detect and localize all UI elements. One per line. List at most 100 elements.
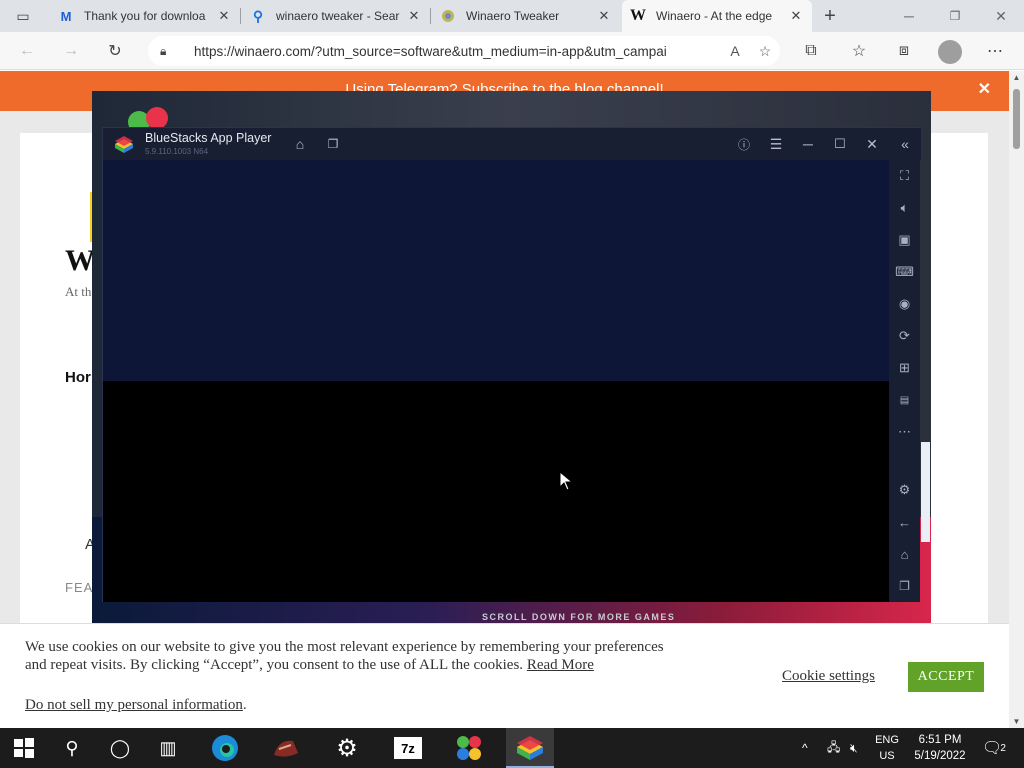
- 7zip-icon[interactable]: 7z: [384, 728, 432, 768]
- bluestacks-title: BlueStacks App Player: [145, 131, 272, 145]
- malwarebytes-icon: M: [60, 8, 72, 24]
- screen: { "browser": { "tabs": [ {"icon": "malwa…: [0, 0, 1024, 768]
- profile-avatar[interactable]: [938, 40, 962, 64]
- refresh-button[interactable]: ↻: [100, 36, 130, 66]
- bluestacks-titlebar[interactable]: BlueStacks App Player 5.9.110.1003 N64 ⌂…: [103, 128, 921, 160]
- close-icon[interactable]: ✕: [862, 134, 882, 154]
- fullscreen-icon[interactable]: ⛶: [889, 166, 920, 186]
- do-not-sell-row: Do not sell my personal information.: [25, 697, 247, 714]
- tab-thank-you[interactable]: M Thank you for downloa ✕: [50, 0, 240, 32]
- winaero-tweaker-icon: [440, 8, 456, 24]
- read-aloud-icon[interactable]: A: [720, 43, 750, 59]
- tab-close-icon[interactable]: ✕: [788, 8, 804, 24]
- macro-icon[interactable]: ◉: [889, 294, 920, 314]
- volume-muted-icon[interactable]: 🔇︎: [850, 728, 858, 768]
- tab-title: Winaero - At the edge: [656, 9, 773, 23]
- cortana-icon[interactable]: ◯: [96, 728, 144, 768]
- scroll-down-icon[interactable]: ▼: [1009, 717, 1024, 726]
- browser-tab-strip: ▭ M Thank you for downloa ✕ ⚲ winaero tw…: [0, 0, 1024, 32]
- add-favorite-icon[interactable]: ☆: [750, 43, 780, 60]
- back-icon[interactable]: ←: [889, 512, 920, 532]
- scroll-more-games-text: SCROLL DOWN FOR MORE GAMES: [482, 612, 676, 622]
- language-line2: US: [879, 750, 895, 762]
- system-clock[interactable]: 6:51 PM 5/19/2022: [910, 732, 970, 764]
- search-icon[interactable]: ⚲: [48, 728, 96, 768]
- window-restore-button[interactable]: ❐: [932, 0, 978, 32]
- nav-home-link[interactable]: Hor: [65, 369, 91, 386]
- help-icon[interactable]: ⓘ: [734, 134, 754, 154]
- settings-icon[interactable]: ⚙: [323, 728, 371, 768]
- minimize-icon[interactable]: ─: [798, 134, 818, 154]
- edge-icon[interactable]: [201, 728, 249, 768]
- page-scrollbar[interactable]: ▲ ▼: [1009, 71, 1024, 728]
- site-logo[interactable]: W: [65, 244, 95, 278]
- tab-actions-icon[interactable]: ▭: [8, 1, 38, 31]
- bluestacks-version: 5.9.110.1003 N64: [145, 147, 209, 156]
- tab-winaero-home[interactable]: W Winaero - At the edge ✕: [622, 0, 812, 32]
- tab-winaero-tweaker[interactable]: Winaero Tweaker ✕: [432, 0, 620, 32]
- notification-count: 2: [1000, 742, 1006, 754]
- rotate-icon[interactable]: ⟳: [889, 326, 920, 346]
- settings-icon[interactable]: ⚙: [889, 480, 920, 500]
- banner-close-icon[interactable]: ✕: [978, 71, 991, 109]
- window-close-button[interactable]: ✕: [978, 0, 1024, 32]
- url-text[interactable]: https://winaero.com/?utm_source=software…: [194, 44, 720, 59]
- notification-icon[interactable]: 🗨︎ 2: [982, 728, 1006, 768]
- scroll-thumb[interactable]: [1013, 89, 1020, 149]
- collapse-sidebar-icon[interactable]: «: [895, 134, 915, 154]
- winaero-w-icon: W: [630, 7, 646, 24]
- address-bar[interactable]: 🔒︎ https://winaero.com/?utm_source=softw…: [148, 36, 780, 66]
- bluestacks-multi-icon[interactable]: [445, 728, 493, 768]
- maximize-icon[interactable]: ☐: [830, 134, 850, 154]
- favorites-icon[interactable]: ☆: [844, 36, 874, 66]
- gamepad-icon[interactable]: ⊞: [889, 358, 920, 378]
- tab-close-icon[interactable]: ✕: [596, 8, 612, 24]
- tab-title: Winaero Tweaker: [466, 9, 560, 23]
- task-view-icon[interactable]: ▥: [144, 728, 192, 768]
- featured-label: FEA: [65, 580, 94, 595]
- emulator-screen-bottom[interactable]: [103, 381, 889, 602]
- emulator-screen-top[interactable]: [103, 160, 889, 381]
- keyboard-icon[interactable]: ⌨: [889, 262, 920, 282]
- home-icon[interactable]: ⌂: [290, 134, 310, 154]
- show-hidden-icons[interactable]: ^: [802, 728, 808, 768]
- bluestacks-icon[interactable]: [506, 728, 554, 768]
- bluestacks-app-icon: [113, 134, 135, 157]
- new-tab-button[interactable]: +: [815, 1, 845, 31]
- accept-cookies-button[interactable]: ACCEPT: [908, 662, 984, 692]
- language-indicator[interactable]: ENG US: [873, 732, 901, 764]
- collections-icon[interactable]: ⧈: [889, 36, 919, 66]
- volume-icon[interactable]: 🔈︎: [889, 198, 920, 218]
- launcher-card-peek: [921, 442, 930, 542]
- tab-title: Thank you for downloa: [84, 9, 206, 23]
- recent-apps-icon[interactable]: ❐: [889, 576, 920, 596]
- apk-icon[interactable]: ▤: [889, 390, 920, 410]
- back-button[interactable]: ←: [12, 36, 42, 66]
- extensions-icon[interactable]: ⧉: [796, 36, 826, 66]
- cookie-settings-link[interactable]: Cookie settings: [782, 668, 875, 685]
- lock-icon: 🔒︎: [160, 43, 167, 58]
- more-icon[interactable]: ⋯: [889, 422, 920, 442]
- network-icon[interactable]: 🖧︎: [827, 728, 840, 768]
- window-minimize-button[interactable]: ─: [886, 0, 932, 32]
- forward-button[interactable]: →: [56, 36, 86, 66]
- mouse-cursor-icon: [559, 470, 574, 494]
- read-more-link[interactable]: Read More: [527, 657, 594, 673]
- tab-winaero-search[interactable]: ⚲ winaero tweaker - Sear ✕: [242, 0, 430, 32]
- menu-icon[interactable]: ☰: [766, 134, 786, 154]
- scroll-up-icon[interactable]: ▲: [1009, 73, 1024, 82]
- multi-instance-icon[interactable]: ❐: [323, 134, 343, 154]
- start-icon[interactable]: [0, 728, 48, 768]
- game-app-icon[interactable]: [262, 728, 310, 768]
- site-tagline: At th: [65, 284, 92, 299]
- media-icon[interactable]: ▣: [889, 230, 920, 250]
- tab-close-icon[interactable]: ✕: [216, 8, 232, 24]
- settings-more-icon[interactable]: ⋯: [980, 36, 1010, 66]
- tab-title: winaero tweaker - Sear: [276, 9, 400, 23]
- tab-close-icon[interactable]: ✕: [406, 8, 422, 24]
- bluestacks-player-window: BlueStacks App Player 5.9.110.1003 N64 ⌂…: [102, 127, 921, 602]
- bluestacks-sidebar: ⛶ 🔈︎ ▣ ⌨ ◉ ⟳ ⊞ ▤ ⋯ ⚙ ← ⌂ ❐: [889, 160, 920, 602]
- clock-time: 6:51 PM: [918, 734, 962, 746]
- android-home-icon[interactable]: ⌂: [889, 544, 920, 564]
- do-not-sell-link[interactable]: Do not sell my personal information: [25, 697, 243, 713]
